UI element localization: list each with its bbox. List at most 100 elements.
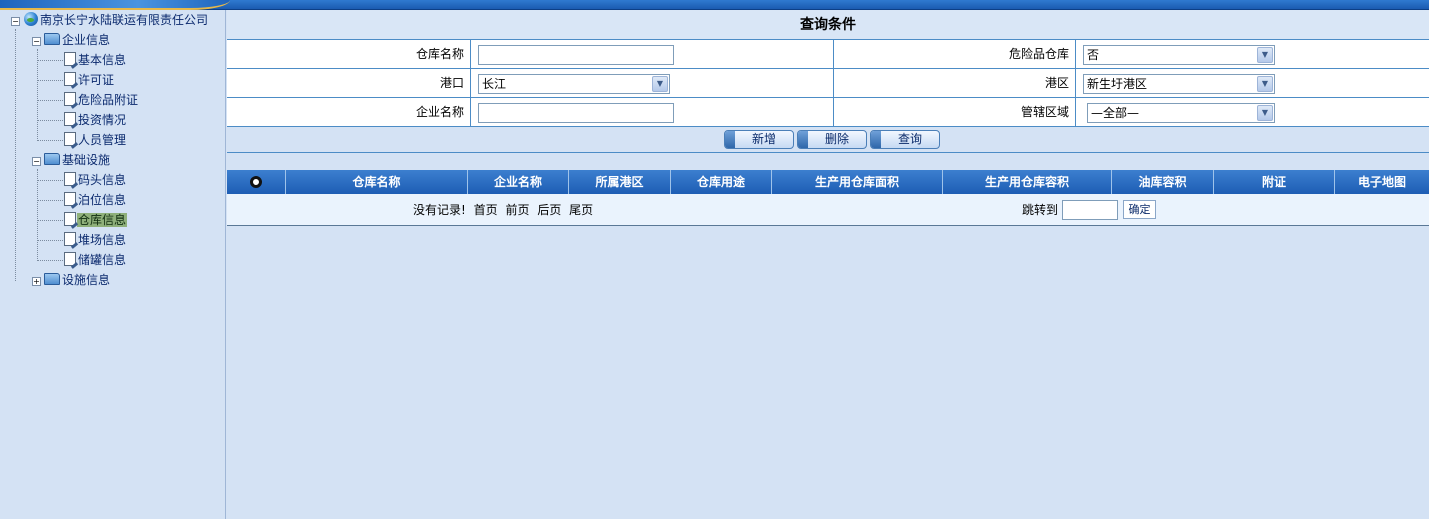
- column-header[interactable]: 所属港区: [569, 170, 671, 194]
- tree-connector: [37, 140, 63, 141]
- tree-item-basic-info[interactable]: 基本信息: [64, 50, 127, 70]
- tree-item-label: 许可证: [78, 73, 115, 87]
- tree-group-infrastructure[interactable]: 基础设施: [44, 150, 111, 170]
- dangerous-warehouse-select[interactable]: 否 ▼: [1083, 45, 1275, 65]
- last-page-link[interactable]: 尾页: [569, 203, 593, 217]
- tree-group-facilities[interactable]: 设施信息: [44, 270, 111, 290]
- tree-connector: [37, 260, 63, 261]
- column-header[interactable]: 附证: [1214, 170, 1335, 194]
- port-area-cell: 新生圩港区 ▼: [1076, 69, 1429, 97]
- select-value: —全部—: [1091, 106, 1140, 120]
- folder-icon: [44, 153, 60, 165]
- select-column-header: [227, 170, 286, 194]
- dangerous-warehouse-cell: 否 ▼: [1076, 40, 1429, 68]
- tree-item-license[interactable]: 许可证: [64, 70, 115, 90]
- tree-item-investment[interactable]: 投资情况: [64, 110, 127, 130]
- next-page-link[interactable]: 后页: [537, 203, 561, 217]
- select-value: 新生圩港区: [1087, 77, 1148, 91]
- tree-connector: [37, 120, 63, 121]
- pager: 没有记录! 首页 前页 后页 尾页: [413, 194, 597, 226]
- select-value: 否: [1087, 48, 1100, 62]
- document-icon: [64, 192, 76, 206]
- document-icon: [64, 52, 76, 66]
- tree-root-label: 南京长宁水陆联运有限责任公司: [40, 13, 209, 27]
- tree-item-dangerous-certificate[interactable]: 危险品附证: [64, 90, 139, 110]
- jump-label: 跳转到: [1022, 203, 1059, 217]
- document-icon: [64, 212, 76, 226]
- warehouse-name-label: 仓库名称: [227, 40, 471, 68]
- main-content: 查询条件 仓库名称 危险品仓库 否 ▼ 港口 长江 ▼ 港区 新生圩港区 ▼ 企…: [227, 10, 1429, 519]
- tree-item-label: 人员管理: [78, 133, 127, 147]
- tree-group-company-info[interactable]: 企业信息: [44, 30, 111, 50]
- tree-item-label: 基本信息: [78, 53, 127, 67]
- collapse-toggle-company-info[interactable]: −: [32, 37, 41, 46]
- company-name-cell: [471, 98, 834, 126]
- tree-item-warehouse[interactable]: 仓库信息: [64, 210, 128, 230]
- tree-item-personnel[interactable]: 人员管理: [64, 130, 127, 150]
- banner-swoosh: [0, 0, 230, 10]
- collapse-toggle-root[interactable]: −: [11, 17, 20, 26]
- no-records-text: 没有记录!: [413, 203, 466, 217]
- jump-page-input[interactable]: [1062, 200, 1118, 220]
- expand-toggle-facilities[interactable]: +: [32, 277, 41, 286]
- delete-button[interactable]: 删除: [797, 130, 867, 149]
- column-header[interactable]: 电子地图: [1335, 170, 1429, 194]
- sidebar-tree: − 南京长宁水陆联运有限责任公司 − 企业信息 基本信息 许可证 危险品附证 投…: [0, 10, 226, 519]
- folder-icon: [44, 33, 60, 45]
- action-bar: 新增 删除 查询: [227, 127, 1429, 153]
- tree-group-label: 设施信息: [62, 273, 111, 287]
- tree-item-yard[interactable]: 堆场信息: [64, 230, 127, 250]
- folder-icon: [44, 273, 60, 285]
- tree-connector: [37, 220, 63, 221]
- tree-connector: [37, 49, 38, 141]
- jurisdiction-select[interactable]: —全部— ▼: [1087, 103, 1275, 123]
- tree-connector: [37, 200, 63, 201]
- tree-connector: [37, 180, 63, 181]
- company-name-input[interactable]: [478, 103, 674, 123]
- tree-item-wharf[interactable]: 码头信息: [64, 170, 127, 190]
- tree-connector: [37, 169, 38, 261]
- column-header[interactable]: 仓库用途: [671, 170, 772, 194]
- tree-item-berth[interactable]: 泊位信息: [64, 190, 127, 210]
- dangerous-warehouse-label: 危险品仓库: [834, 40, 1076, 68]
- globe-icon: [24, 12, 38, 26]
- tree-connector: [37, 80, 63, 81]
- button-cap: [725, 131, 735, 148]
- column-header[interactable]: 生产用仓库容积: [943, 170, 1112, 194]
- radio-icon: [250, 176, 262, 188]
- chevron-down-icon: ▼: [1257, 47, 1273, 63]
- tree-connector: [37, 240, 63, 241]
- add-button[interactable]: 新增: [724, 130, 794, 149]
- table-header: 仓库名称 企业名称 所属港区 仓库用途 生产用仓库面积 生产用仓库容积 油库容积…: [227, 170, 1429, 194]
- first-page-link[interactable]: 首页: [474, 203, 498, 217]
- document-icon: [64, 232, 76, 246]
- form-row-2: 港口 长江 ▼ 港区 新生圩港区 ▼: [227, 69, 1429, 98]
- tree-root-company[interactable]: 南京长宁水陆联运有限责任公司: [24, 10, 209, 30]
- column-header[interactable]: 企业名称: [468, 170, 569, 194]
- column-header[interactable]: 仓库名称: [286, 170, 468, 194]
- port-select[interactable]: 长江 ▼: [478, 74, 670, 94]
- prev-page-link[interactable]: 前页: [505, 203, 529, 217]
- tree-group-label: 基础设施: [62, 153, 111, 167]
- tree-connector: [37, 60, 63, 61]
- column-header[interactable]: 生产用仓库面积: [772, 170, 943, 194]
- port-area-label: 港区: [834, 69, 1076, 97]
- search-button[interactable]: 查询: [870, 130, 940, 149]
- chevron-down-icon: ▼: [1257, 105, 1273, 121]
- document-icon: [64, 72, 76, 86]
- port-area-select[interactable]: 新生圩港区 ▼: [1083, 74, 1275, 94]
- tree-item-label: 储罐信息: [78, 253, 127, 267]
- company-name-label: 企业名称: [227, 98, 471, 126]
- tree-item-label: 泊位信息: [78, 193, 127, 207]
- jump-ok-button[interactable]: 确定: [1123, 200, 1156, 219]
- document-icon: [64, 172, 76, 186]
- tree-item-tank[interactable]: 储罐信息: [64, 250, 127, 270]
- column-header[interactable]: 油库容积: [1112, 170, 1214, 194]
- pager-row: 没有记录! 首页 前页 后页 尾页 跳转到 确定: [227, 194, 1429, 226]
- collapse-toggle-infrastructure[interactable]: −: [32, 157, 41, 166]
- add-button-label: 新增: [751, 132, 776, 146]
- warehouse-name-input[interactable]: [478, 45, 674, 65]
- document-icon: [64, 252, 76, 266]
- jurisdiction-cell: —全部— ▼: [1076, 98, 1429, 126]
- tree-item-label: 投资情况: [78, 113, 127, 127]
